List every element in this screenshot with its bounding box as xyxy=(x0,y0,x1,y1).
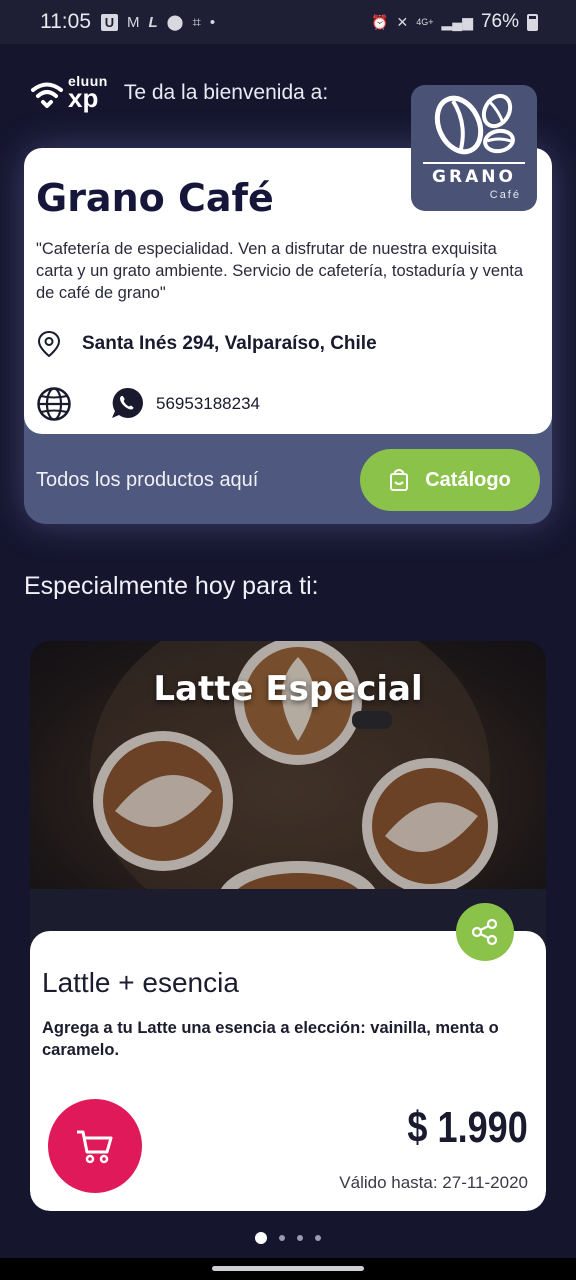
cart-icon xyxy=(77,1130,113,1164)
u-box-icon: U xyxy=(101,13,118,31)
status-time: 11:05 xyxy=(40,10,91,33)
product-name: Lattle + esencia xyxy=(42,967,239,998)
valid-until: Válido hasta: 27-11-2020 xyxy=(339,1173,528,1192)
l-icon: L xyxy=(148,13,158,31)
section-title: Especialmente hoy para ti: xyxy=(24,572,319,600)
globe-icon[interactable] xyxy=(36,386,72,422)
dot-icon: • xyxy=(209,13,216,31)
status-left-icons: U M L ⬤ ⌗ • xyxy=(101,13,215,31)
location-icon: ⬤ xyxy=(166,14,184,31)
logo-cafe-text: Café xyxy=(489,189,521,201)
location-pin-icon xyxy=(37,330,61,358)
welcome-text: Te da la bienvenida a: xyxy=(123,80,329,104)
alarm-icon: ⏰ xyxy=(371,13,389,30)
add-to-cart-button[interactable] xyxy=(48,1099,142,1193)
grano-cafe-logo: GRANO Café xyxy=(411,85,537,211)
phone-number[interactable]: 56953188234 xyxy=(156,394,260,414)
home-gesture-handle[interactable] xyxy=(212,1266,364,1271)
product-price: $ 1.990 xyxy=(407,1103,528,1152)
status-right-icons: ⏰ ✕ 4G+ ▂▄▆ 76% xyxy=(371,11,538,33)
share-button[interactable] xyxy=(456,903,514,961)
promo-image-title: Latte Especial xyxy=(153,669,423,709)
product-description: Agrega a tu Latte una esencia a elección… xyxy=(42,1019,499,1059)
pagination-dot-1[interactable] xyxy=(255,1232,267,1244)
signal-icon: ▂▄▆ xyxy=(441,13,473,30)
catalog-button[interactable]: Catálogo xyxy=(360,449,540,511)
network-label: 4G+ xyxy=(416,17,434,27)
latte-cups-image: Latte Especial xyxy=(30,641,546,889)
whatsapp-icon[interactable] xyxy=(110,386,144,420)
share-icon xyxy=(471,918,498,946)
system-nav-bar xyxy=(0,1258,576,1280)
catalog-prompt: Todos los productos aquí xyxy=(36,469,259,491)
promo-details: Lattle + esencia Agrega a tu Latte una e… xyxy=(30,931,546,1211)
screenshot-icon: ⌗ xyxy=(192,13,201,31)
pagination-dot-3[interactable] xyxy=(297,1235,303,1241)
status-bar: 11:05 U M L ⬤ ⌗ • ⏰ ✕ 4G+ ▂▄▆ 76% xyxy=(0,0,576,44)
promo-card[interactable]: Latte Especial Lattle + esencia Agrega a… xyxy=(30,641,546,1211)
brand-header: eluun xp Te da la bienvenida a: xyxy=(30,74,328,111)
gmail-icon: M xyxy=(127,13,140,31)
business-description: "Cafetería de especialidad. Ven a disfru… xyxy=(36,240,524,302)
battery-icon xyxy=(527,13,538,31)
shopping-bag-icon xyxy=(390,469,409,491)
pagination-dot-4[interactable] xyxy=(315,1235,321,1241)
address-text: Santa Inés 294, Valparaíso, Chile xyxy=(82,333,377,354)
carousel-pagination xyxy=(0,1232,576,1244)
coffee-beans-icon xyxy=(434,93,515,155)
mute-icon: ✕ xyxy=(396,13,409,30)
logo-divider xyxy=(423,162,525,164)
brand-wordmark: eluun xp xyxy=(68,74,108,111)
business-name: Grano Café xyxy=(36,176,274,220)
catalog-button-label: Catálogo xyxy=(425,468,511,491)
eluun-wifi-logo-icon xyxy=(31,82,63,108)
address-row[interactable]: Santa Inés 294, Valparaíso, Chile xyxy=(36,330,377,358)
logo-grano-text: GRANO xyxy=(432,167,516,187)
battery-percent: 76% xyxy=(480,11,519,32)
pagination-dot-2[interactable] xyxy=(279,1235,285,1241)
